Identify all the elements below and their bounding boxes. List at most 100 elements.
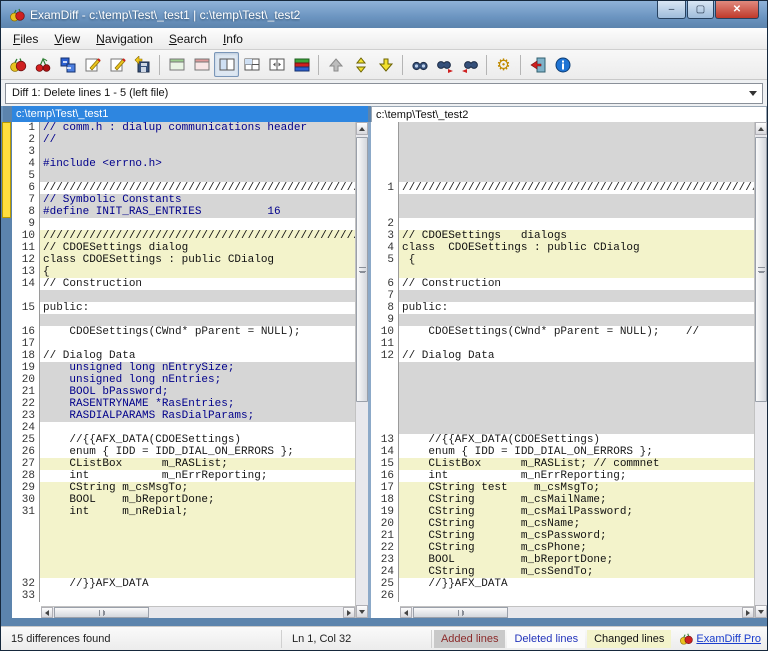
next-diff-icon[interactable] [373, 52, 398, 77]
scroll-down-icon[interactable] [755, 605, 767, 618]
line-number: 28 [12, 470, 40, 482]
line-number [371, 362, 399, 374]
right-vertical-scrollbar[interactable] [754, 122, 767, 618]
left-vscroll-thumb[interactable] [356, 137, 368, 402]
pane-headers: c:\temp\Test\_test1 c:\temp\Test\_test2 [1, 106, 767, 122]
code-text: { [399, 254, 754, 266]
code-row: 30 BOOL m_bReportDone; [12, 494, 355, 506]
edit-second-file-icon[interactable] [105, 52, 130, 77]
edit-first-file-icon[interactable] [80, 52, 105, 77]
scroll-up-icon[interactable] [755, 122, 767, 135]
left-hscroll-thumb[interactable] [54, 607, 149, 618]
close-button[interactable]: ✕ [715, 1, 759, 19]
split-vertical-icon[interactable] [214, 52, 239, 77]
find-icon[interactable] [407, 52, 432, 77]
code-row: 9 [12, 218, 355, 230]
scroll-left-icon[interactable] [41, 607, 53, 618]
code-text [399, 170, 754, 182]
code-text [399, 386, 754, 398]
code-text [399, 122, 754, 134]
color-scheme-icon[interactable] [289, 52, 314, 77]
code-row [371, 158, 754, 170]
scroll-right-icon[interactable] [343, 607, 355, 618]
line-number [12, 290, 40, 302]
code-row [371, 362, 754, 374]
previous-diff-icon[interactable] [323, 52, 348, 77]
compare-fruits-icon[interactable] [5, 52, 30, 77]
save-icon[interactable] [130, 52, 155, 77]
code-row: 3// CDOESettings dialogs [371, 230, 754, 242]
code-row: 10//////////////////////////////////////… [12, 230, 355, 242]
code-row: 23 RASDIALPARAMS RasDialParams; [12, 410, 355, 422]
menu-item-info[interactable]: Info [215, 30, 251, 48]
diff-selector-value: Diff 1: Delete lines 1 - 5 (left file) [6, 87, 174, 99]
scroll-up-icon[interactable] [356, 122, 368, 135]
code-row: 9 [371, 314, 754, 326]
find-next-icon[interactable] [432, 52, 457, 77]
line-number: 17 [371, 482, 399, 494]
line-number: 7 [371, 290, 399, 302]
show-second-pane-icon[interactable] [189, 52, 214, 77]
code-text [399, 422, 754, 434]
code-text: int m_nErrReporting; [399, 470, 754, 482]
exit-icon[interactable] [525, 52, 550, 77]
menu-item-files[interactable]: Files [5, 30, 46, 48]
code-row: 12// Dialog Data [371, 350, 754, 362]
menu-item-view[interactable]: View [46, 30, 88, 48]
code-row: 23 BOOL m_bReportDone; [371, 554, 754, 566]
line-number: 7 [12, 194, 40, 206]
about-icon[interactable] [550, 52, 575, 77]
right-horizontal-scrollbar[interactable] [400, 606, 754, 618]
menu-item-navigation[interactable]: Navigation [88, 30, 161, 48]
cherries-icon[interactable] [30, 52, 55, 77]
line-number: 16 [371, 470, 399, 482]
split-horizontal-icon[interactable] [264, 52, 289, 77]
scroll-left-icon[interactable] [400, 607, 412, 618]
right-hscroll-thumb[interactable] [413, 607, 508, 618]
code-row: 5 [12, 170, 355, 182]
code-row: 17 CString test m_csMsgTo; [371, 482, 754, 494]
window-title: ExamDiff - c:\temp\Test\_test1 | c:\temp… [30, 8, 300, 22]
code-text: //{{AFX_DATA(CDOESettings) [399, 434, 754, 446]
scroll-down-icon[interactable] [356, 605, 368, 618]
scroll-right-icon[interactable] [742, 607, 754, 618]
code-row: 22 CString m_csPhone; [371, 542, 754, 554]
code-row: 2// [12, 134, 355, 146]
toolbar: ⚙ [1, 50, 767, 80]
split-four-panes-icon[interactable] [239, 52, 264, 77]
minimize-button[interactable]: – [657, 1, 686, 19]
code-text: unsigned long nEntries; [40, 374, 355, 386]
current-diff-marker [2, 122, 11, 218]
left-horizontal-scrollbar[interactable] [41, 606, 355, 618]
examdiff-pro-link[interactable]: ExamDiff Pro [696, 633, 761, 645]
maximize-button[interactable]: ▢ [687, 1, 714, 19]
show-first-pane-icon[interactable] [164, 52, 189, 77]
code-row: 8public: [371, 302, 754, 314]
title-bar[interactable]: ExamDiff - c:\temp\Test\_test1 | c:\temp… [1, 1, 767, 28]
diff-panes: 1// comm.h : dialup communications heade… [1, 122, 767, 618]
left-vertical-scrollbar[interactable] [355, 122, 368, 618]
code-text [399, 398, 754, 410]
line-number [371, 410, 399, 422]
chevron-down-icon[interactable] [744, 85, 761, 102]
code-text: BOOL m_bReportDone; [399, 554, 754, 566]
current-diff-icon[interactable] [348, 52, 373, 77]
find-previous-icon[interactable] [457, 52, 482, 77]
line-number: 32 [12, 578, 40, 590]
code-text: // Symbolic Constants [40, 194, 355, 206]
code-text: #define INIT_RAS_ENTRIES 16 [40, 206, 355, 218]
right-vscroll-thumb[interactable] [755, 137, 767, 402]
line-number: 22 [371, 542, 399, 554]
window-inner-margin [1, 618, 767, 626]
line-number: 16 [12, 326, 40, 338]
line-number: 33 [12, 590, 40, 602]
menu-item-search[interactable]: Search [161, 30, 215, 48]
diff-selector[interactable]: Diff 1: Delete lines 1 - 5 (left file) [5, 83, 763, 104]
options-icon[interactable]: ⚙ [491, 52, 516, 77]
code-row: 7 [371, 290, 754, 302]
line-number: 14 [371, 446, 399, 458]
code-text: ////////////////////////////////////////… [399, 182, 754, 194]
status-message: 15 differences found [7, 630, 282, 648]
swap-files-icon[interactable] [55, 52, 80, 77]
code-row: 20 CString m_csName; [371, 518, 754, 530]
